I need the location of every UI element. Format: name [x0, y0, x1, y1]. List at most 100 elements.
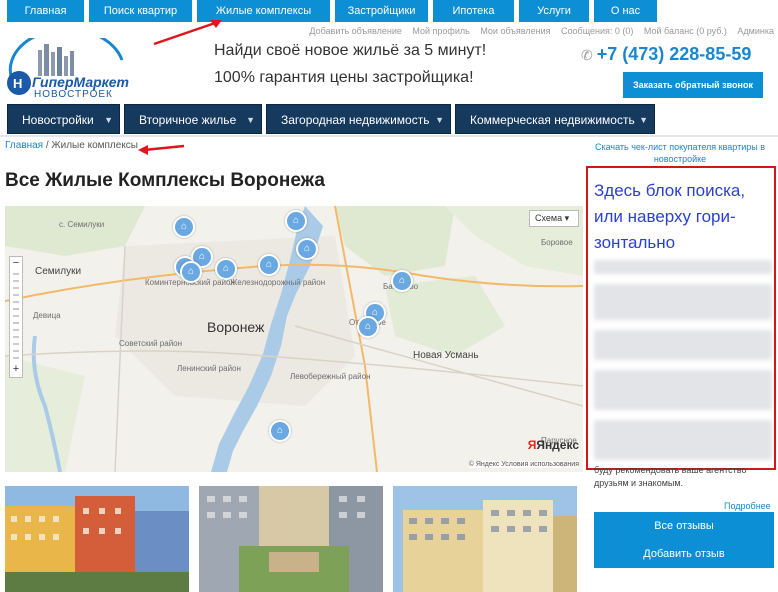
logo-line2: новостроек — [34, 89, 113, 100]
chevron-down-icon: ▾ — [564, 213, 570, 223]
admin-link[interactable]: Админка — [737, 26, 774, 36]
blurred-content — [594, 330, 772, 360]
add-listing-link[interactable]: Добавить объявление — [309, 26, 401, 36]
chevron-down-icon: ▼ — [104, 115, 113, 125]
home-icon: ⌂ — [364, 321, 372, 332]
home-icon: ⌂ — [265, 259, 273, 270]
home-icon: ⌂ — [303, 243, 311, 254]
complex-photo[interactable] — [199, 486, 383, 592]
map-copyright[interactable]: © Яндекс Условия использования — [468, 461, 579, 468]
category-label: Новостройки — [22, 113, 94, 127]
all-reviews-button[interactable]: Все отзывы — [594, 512, 774, 540]
chevron-down-icon: ▼ — [639, 115, 648, 125]
blurred-content — [594, 284, 772, 320]
profile-link[interactable]: Мой профиль — [412, 26, 469, 36]
annotation-arrow-icon — [138, 144, 185, 155]
home-icon: ⌂ — [198, 251, 206, 262]
search-block: Здесь блок поиска, или наверху гори-зонт… — [586, 166, 776, 470]
user-bar: Добавить объявление Мой профиль Мои объя… — [301, 26, 774, 36]
review-text: буду рекомендовать ваше агентство друзья… — [594, 465, 747, 488]
map-marker[interactable]: ⌂ — [296, 238, 318, 260]
map-label: Боровое — [541, 238, 573, 247]
search-block-text: Здесь блок поиска, или наверху гори-зонт… — [594, 181, 746, 252]
yandex-brand: Яндекс — [536, 438, 579, 452]
map-label: Новая Усмань — [413, 350, 479, 361]
site-logo[interactable]: H ГиперМаркет новостроек — [4, 27, 130, 102]
map-label: с. Семилуки — [59, 220, 105, 229]
zoom-in-icon[interactable]: + — [10, 364, 22, 376]
category-commercial[interactable]: Коммерческая недвижимость ▼ — [455, 104, 655, 134]
read-more-link[interactable]: Подробнее — [724, 501, 771, 511]
page-title: Все Жилые Комплексы Воронежа — [5, 170, 325, 191]
chevron-down-icon: ▼ — [246, 115, 255, 125]
map-background — [5, 206, 583, 472]
map-marker[interactable]: ⌂ — [258, 254, 280, 276]
home-icon: ⌂ — [398, 275, 406, 286]
home-icon: ⌂ — [222, 263, 230, 274]
zoom-out-icon[interactable]: − — [10, 258, 22, 270]
home-icon: ⌂ — [292, 215, 300, 226]
home-icon: ⌂ — [276, 425, 284, 436]
map-marker[interactable]: ⌂ — [173, 216, 195, 238]
map-label: Левобережный район — [290, 372, 371, 381]
annotation-arrow-icon — [153, 20, 222, 46]
map[interactable]: Схема ▾ − + с. Семилуки Семилуки Коминте… — [5, 206, 583, 472]
yandex-logo: ЯЯндекс — [528, 438, 579, 452]
map-mode-label: Схема — [535, 213, 563, 223]
top-nav-mortgage[interactable]: Ипотека — [433, 0, 514, 22]
phone-text: +7 (473) 228-85-59 — [596, 44, 752, 64]
map-marker[interactable]: ⌂ — [215, 258, 237, 280]
breadcrumb-current: Жилые комплексы — [51, 140, 138, 151]
breadcrumb-home[interactable]: Главная — [5, 140, 43, 151]
category-secondary[interactable]: Вторичное жилье ▼ — [124, 104, 262, 134]
phone-icon: ✆ — [581, 47, 593, 63]
map-label: Советский район — [119, 339, 183, 348]
messages-link[interactable]: Сообщения: 0 (0) — [561, 26, 633, 36]
category-label: Загородная недвижимость — [281, 113, 430, 127]
tagline-line2: 100% гарантия цены застройщика! — [214, 69, 474, 86]
complex-photo[interactable] — [5, 486, 189, 592]
svg-text:H: H — [13, 76, 22, 91]
balance-link[interactable]: Мой баланс (0 руб.) — [644, 26, 727, 36]
top-nav-home[interactable]: Главная — [7, 0, 84, 22]
map-label: Воронеж — [207, 319, 265, 335]
home-icon: ⌂ — [180, 221, 188, 232]
phone-number[interactable]: ✆ +7 (473) 228-85-59 — [581, 44, 751, 65]
map-label: Девица — [33, 311, 61, 320]
tagline-line1: Найди своё новое жильё за 5 минут! — [214, 42, 487, 59]
checklist-link[interactable]: Скачать чек-лист покупателя квартиры в н… — [590, 141, 770, 165]
map-label: Ленинский район — [177, 364, 241, 373]
top-nav-developers[interactable]: Застройщики — [335, 0, 428, 22]
zoom-control[interactable]: − + — [9, 256, 23, 378]
category-country[interactable]: Загородная недвижимость ▼ — [266, 104, 451, 134]
top-nav-services[interactable]: Услуги — [519, 0, 589, 22]
blurred-content — [594, 370, 772, 410]
logo-line1: ГиперМаркет — [32, 74, 130, 90]
breadcrumb: Главная / Жилые комплексы — [5, 140, 138, 151]
blurred-content — [594, 420, 772, 460]
map-marker[interactable]: ⌂ — [269, 420, 291, 442]
map-marker[interactable]: ⌂ — [357, 316, 379, 338]
complex-photo[interactable] — [393, 486, 577, 592]
complex-photo-image — [5, 486, 189, 592]
map-mode-select[interactable]: Схема ▾ — [529, 210, 579, 227]
map-label: Железнодорожный район — [230, 278, 326, 287]
map-marker[interactable]: ⌂ — [180, 261, 202, 283]
my-listings-link[interactable]: Мои объявления — [480, 26, 550, 36]
blurred-content — [594, 260, 772, 274]
category-label: Коммерческая недвижимость — [470, 113, 635, 127]
top-nav-about[interactable]: О нас — [594, 0, 657, 22]
zoom-slider[interactable] — [13, 273, 19, 361]
complex-photo-image — [393, 486, 577, 592]
callback-button[interactable]: Заказать обратный звонок — [623, 72, 763, 98]
category-label: Вторичное жилье — [139, 113, 237, 127]
home-icon: ⌂ — [187, 266, 195, 277]
complex-photo-image — [199, 486, 383, 592]
add-review-button[interactable]: Добавить отзыв — [594, 540, 774, 568]
map-marker[interactable]: ⌂ — [285, 210, 307, 232]
category-divider — [0, 135, 778, 137]
top-nav: Главная Поиск квартир Жилые комплексы За… — [0, 0, 778, 22]
map-marker[interactable]: ⌂ — [391, 270, 413, 292]
chevron-down-icon: ▼ — [435, 115, 444, 125]
category-new-buildings[interactable]: Новостройки ▼ — [7, 104, 120, 134]
